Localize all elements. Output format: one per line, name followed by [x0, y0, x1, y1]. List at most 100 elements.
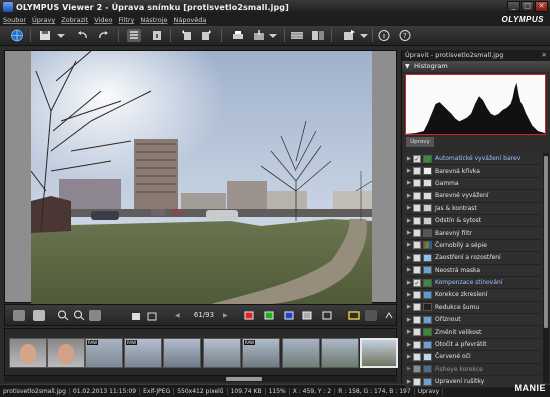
menu-video[interactable]: Video: [91, 16, 115, 24]
checkbox[interactable]: [413, 229, 421, 238]
save-icon[interactable]: [38, 29, 52, 42]
next-image-button[interactable]: ▶: [223, 312, 228, 319]
prev-image-button[interactable]: ◀: [175, 312, 180, 319]
expand-icon[interactable]: ▶: [405, 379, 413, 385]
expand-icon[interactable]: ▶: [405, 317, 413, 323]
edit-item-shading-compensation[interactable]: ▶ ✓ Kompenzace stínování: [405, 276, 541, 290]
expand-icon[interactable]: ▶: [405, 280, 413, 286]
checkbox[interactable]: [413, 241, 421, 250]
rotate-left-icon[interactable]: [180, 29, 194, 42]
checkbox[interactable]: ✓: [413, 278, 421, 287]
edit-item-hue-saturation[interactable]: ▶ Odstín & sytost: [405, 214, 541, 228]
thumbnail[interactable]: RAW: [242, 338, 280, 368]
thumbnail[interactable]: RAW: [124, 338, 162, 368]
expand-icon[interactable]: ▶: [405, 180, 413, 186]
label-icon[interactable]: [301, 310, 313, 321]
expand-icon[interactable]: ▶: [405, 342, 413, 348]
edit-item-color-curve[interactable]: ▶ Barevná křivka: [405, 165, 541, 178]
image-viewer[interactable]: [4, 50, 397, 304]
checkbox[interactable]: [413, 328, 421, 337]
zoom-in-icon[interactable]: [57, 310, 69, 321]
expand-icon[interactable]: ▶: [405, 292, 413, 298]
edit-item-fisheye[interactable]: ▶ Fisheye korekce: [405, 363, 541, 377]
edit-item-gamma[interactable]: ▶ Gamma: [405, 177, 541, 191]
edit-item-resize[interactable]: ▶ Změnit velikost: [405, 326, 541, 339]
edit-item-color-balance[interactable]: ▶ Barevné vyvážení: [405, 190, 541, 203]
edit-item-brightness-contrast[interactable]: ▶ Jas & kontrast: [405, 202, 541, 215]
expand-icon[interactable]: ▶: [405, 366, 413, 372]
list-view-icon[interactable]: [127, 29, 141, 42]
rotate-right-icon[interactable]: [199, 29, 213, 42]
checkbox[interactable]: [413, 365, 421, 374]
expand-icon[interactable]: ▶: [405, 242, 413, 248]
expand-icon[interactable]: ▶: [405, 255, 413, 261]
checkbox[interactable]: [413, 204, 421, 213]
thumbnail[interactable]: [321, 338, 359, 368]
edit-item-rotate-flip[interactable]: ▶ Otočit a převrátit: [405, 338, 541, 352]
checkbox[interactable]: [413, 253, 421, 262]
checkbox[interactable]: [413, 290, 421, 299]
checkbox[interactable]: [413, 167, 421, 176]
export-icon[interactable]: [342, 29, 356, 42]
edit-item-red-eye[interactable]: ▶ Červené oči: [405, 351, 541, 364]
thumbnail[interactable]: [282, 338, 320, 368]
expand-icon[interactable]: ▶: [405, 329, 413, 335]
checkbox[interactable]: [413, 377, 421, 386]
expand-icon[interactable]: ▶: [405, 193, 413, 199]
undo-icon[interactable]: [76, 29, 90, 42]
histogram-section-header[interactable]: ▼ Histogram: [402, 61, 550, 72]
checkbox[interactable]: [413, 315, 421, 324]
thumbnail[interactable]: [47, 338, 85, 368]
rotate-icon[interactable]: [130, 310, 142, 321]
zoom-out-icon[interactable]: [73, 310, 85, 321]
thumbnail-selected[interactable]: [360, 338, 398, 368]
redo-icon[interactable]: [96, 29, 110, 42]
menu-help[interactable]: Nápověda: [170, 16, 209, 24]
grid-icon[interactable]: [321, 310, 333, 321]
expand-icon[interactable]: ▶: [405, 267, 413, 273]
share-icon[interactable]: [252, 29, 266, 42]
blue-flag-icon[interactable]: [283, 310, 295, 321]
menu-edit[interactable]: Úpravy: [29, 16, 58, 24]
dropdown-arrow-icon[interactable]: [54, 29, 68, 42]
menu-filters[interactable]: Filtry: [115, 16, 137, 24]
panel-scrollbar[interactable]: [543, 153, 549, 383]
dropdown-arrow-icon[interactable]: [266, 29, 280, 42]
scroll-knob[interactable]: [544, 156, 548, 328]
scroll-knob[interactable]: [226, 377, 262, 381]
expand-icon[interactable]: ▶: [405, 218, 413, 224]
edit-item-distortion-correction[interactable]: ▶ Korekce zkreslení: [405, 289, 541, 302]
actual-size-icon[interactable]: [33, 310, 45, 321]
lock-icon[interactable]: [89, 310, 101, 321]
highlight-frame-icon[interactable]: [348, 310, 360, 321]
tab-edits[interactable]: Úpravy: [406, 137, 434, 147]
checkbox[interactable]: [413, 340, 421, 349]
info-icon[interactable]: [150, 29, 164, 42]
expand-icon[interactable]: ▶: [405, 230, 413, 236]
checkbox[interactable]: [413, 179, 421, 188]
edit-item-sharpen-blur[interactable]: ▶ Zaostření a rozostření: [405, 252, 541, 265]
checkbox[interactable]: ✓: [413, 154, 421, 163]
maximize-button[interactable]: □: [521, 1, 534, 12]
compare-icon[interactable]: [311, 29, 325, 42]
edit-item-monochrome[interactable]: ▶ Černobílý a sépie: [405, 239, 541, 253]
help-icon[interactable]: ?: [398, 29, 412, 42]
thumbnail[interactable]: [9, 338, 47, 368]
close-button[interactable]: ✕: [535, 1, 548, 12]
thumbnail[interactable]: [163, 338, 201, 368]
globe-icon[interactable]: [10, 29, 24, 42]
print-icon[interactable]: [231, 29, 245, 42]
thumbnail[interactable]: RAW: [85, 338, 123, 368]
expand-icon[interactable]: ▶: [405, 205, 413, 211]
expand-icon[interactable]: ▶: [405, 354, 413, 360]
flip-icon[interactable]: [146, 310, 158, 321]
edit-item-color-filter[interactable]: ▶ Barevný filtr: [405, 227, 541, 240]
edit-item-auto-color[interactable]: ▶ ✓ Automatické vyvážení barev: [405, 153, 541, 166]
menu-view[interactable]: Zobrazit: [58, 16, 91, 24]
checkbox[interactable]: [413, 266, 421, 275]
edit-item-noise-reduction[interactable]: ▶ Redukce šumu: [405, 301, 541, 315]
checkbox[interactable]: [413, 191, 421, 200]
close-icon[interactable]: ✕: [542, 50, 547, 61]
expand-icon[interactable]: ▶: [405, 168, 413, 174]
filmstrip-icon[interactable]: [290, 29, 304, 42]
